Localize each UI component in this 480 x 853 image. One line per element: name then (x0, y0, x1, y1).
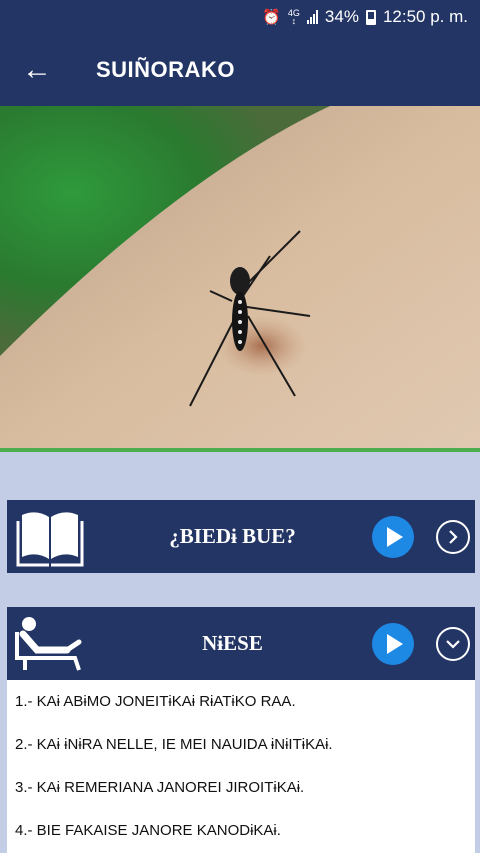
back-button[interactable]: ← (0, 34, 74, 106)
expand-button[interactable] (436, 519, 470, 554)
chevron-down-icon (446, 639, 460, 649)
section-title-biedi: ¿BIEDɨ BUE? (169, 524, 296, 548)
list-item: 4.- BIE FAKAISE JANORE KANODɨKAɨ. (15, 822, 281, 839)
chevron-right-icon (449, 529, 458, 544)
signal-icon (306, 10, 318, 24)
section-title-niese: NɨESE (202, 631, 263, 655)
mosquito-image (0, 106, 480, 452)
accent-line (0, 448, 480, 452)
list-item: 3.- KAɨ REMERIANA JANOREI JIROITɨKAɨ. (15, 779, 305, 796)
play-audio-button[interactable] (372, 515, 414, 558)
battery-icon (365, 9, 376, 25)
network-type: 4G (287, 8, 300, 18)
play-audio-button[interactable] (372, 622, 414, 665)
battery-percent: 34% (324, 7, 359, 26)
app-bar: ← SUIÑORAKO (0, 34, 480, 106)
status-time: 12:50 p. m. (382, 7, 468, 26)
niese-list: 1.- KAɨ ABɨMO JONEITɨKAɨ RɨATɨKO RAA. 2.… (7, 680, 475, 853)
section-card-niese[interactable]: NɨESE (7, 607, 475, 680)
alarm-icon: ⏰ (262, 9, 281, 26)
page-title: SUIÑORAKO (96, 57, 235, 82)
arrow-left-icon: ← (22, 53, 52, 86)
person-resting-icon (7, 614, 93, 674)
mosquito-on-skin-illustration (0, 106, 480, 452)
network-icon: 4G ↕ (287, 8, 300, 26)
open-book-icon (7, 505, 93, 569)
section-card-biedi[interactable]: ¿BIEDɨ BUE? (7, 500, 475, 573)
status-bar: ⏰ 4G ↕ 34% 12:50 p. m. (0, 0, 480, 34)
list-item: 2.- KAɨ ɨNɨRA NELLE, IE MEI NAUIDA ɨNɨIT… (15, 736, 333, 753)
collapse-button[interactable] (436, 626, 470, 661)
list-item: 1.- KAɨ ABɨMO JONEITɨKAɨ RɨATɨKO RAA. (15, 693, 296, 710)
